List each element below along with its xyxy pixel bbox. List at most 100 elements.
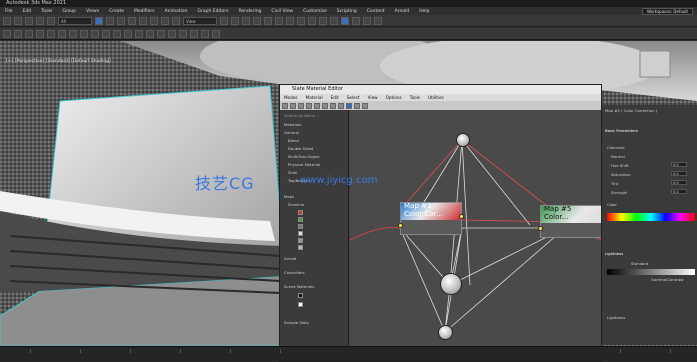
section-basic-parameters[interactable]: Basic Parameters xyxy=(605,128,638,133)
hide-unused-icon[interactable] xyxy=(314,102,320,109)
window-crossing-icon[interactable] xyxy=(128,16,136,25)
material-editor-icon[interactable] xyxy=(341,16,349,25)
menu-edit[interactable]: Edit xyxy=(23,9,32,14)
curve-editor-icon[interactable] xyxy=(319,16,327,25)
browser-group-scene-materials[interactable]: Scene Materials xyxy=(284,284,314,289)
ribbon-tool-icon[interactable] xyxy=(179,29,187,38)
menu-graph-editors[interactable]: Graph Editors xyxy=(198,9,229,14)
ribbon-tool-icon[interactable] xyxy=(190,29,198,38)
placement-icon[interactable] xyxy=(172,16,180,25)
pick-material-icon[interactable] xyxy=(282,102,288,109)
menu-animation[interactable]: Animation xyxy=(165,9,188,14)
hue-shift-field[interactable]: 0.0 xyxy=(671,162,687,167)
browser-group-sample-slots[interactable]: Sample Slots xyxy=(284,320,309,325)
editor-menu-utilities[interactable]: Utilities xyxy=(428,95,444,100)
browser-item-multi-sub[interactable]: Multi/Sub-Object xyxy=(288,154,320,159)
menu-rendering[interactable]: Rendering xyxy=(238,9,261,14)
ribbon-tool-icon[interactable] xyxy=(91,29,99,38)
browser-group-general[interactable]: General xyxy=(284,130,299,135)
editor-menu-edit[interactable]: Edit xyxy=(331,95,339,100)
editor-menu-options[interactable]: Options xyxy=(386,95,402,100)
ribbon-tool-icon[interactable] xyxy=(69,29,77,38)
ribbon-tool-icon[interactable] xyxy=(80,29,88,38)
ribbon-tool-icon[interactable] xyxy=(36,29,44,38)
ribbon-tool-icon[interactable] xyxy=(168,29,176,38)
browser-group-maps[interactable]: Maps xyxy=(284,194,294,199)
bind-space-warp-icon[interactable] xyxy=(47,16,55,25)
editor-menu-view[interactable]: View xyxy=(368,95,378,100)
named-selection-icon[interactable] xyxy=(275,16,283,25)
ribbon-tool-icon[interactable] xyxy=(113,29,121,38)
workspace-selector[interactable]: Workspaces: Default xyxy=(641,7,693,15)
show-bg-icon[interactable] xyxy=(330,102,336,109)
delete-icon[interactable] xyxy=(298,102,304,109)
redo-icon[interactable] xyxy=(14,16,22,25)
middle-node[interactable] xyxy=(440,273,462,295)
material-params-icon[interactable] xyxy=(354,102,360,109)
ribbon-tool-icon[interactable] xyxy=(58,29,66,38)
menu-file[interactable]: File xyxy=(5,9,13,14)
lightness-mode-standard[interactable]: Standard xyxy=(631,261,648,266)
menu-group[interactable]: Group xyxy=(62,9,76,14)
browser-group-controllers[interactable]: Controllers xyxy=(284,270,305,275)
ribbon-tool-icon[interactable] xyxy=(124,29,132,38)
select-object-icon[interactable] xyxy=(95,16,103,25)
ribbon-tool-icon[interactable] xyxy=(47,29,55,38)
select-by-name-icon[interactable] xyxy=(106,16,114,25)
ribbon-tool-icon[interactable] xyxy=(102,29,110,38)
snap-toggle-icon[interactable] xyxy=(231,16,239,25)
scale-icon[interactable] xyxy=(161,16,169,25)
menu-scripting[interactable]: Scripting xyxy=(337,9,357,14)
layout-all-icon[interactable] xyxy=(338,102,344,109)
ribbon-tool-icon[interactable] xyxy=(14,29,22,38)
node-tracker-icon[interactable] xyxy=(362,102,368,109)
move-icon[interactable] xyxy=(139,16,147,25)
browser-group-arnold[interactable]: Arnold xyxy=(284,256,296,261)
ribbon-tool-icon[interactable] xyxy=(157,29,165,38)
align-icon[interactable] xyxy=(297,16,305,25)
ribbon-tool-icon[interactable] xyxy=(3,29,11,38)
section-lightness[interactable]: Lightness xyxy=(605,251,623,256)
browser-item-double-sided[interactable]: Double Sided xyxy=(288,146,313,151)
render-production-icon[interactable] xyxy=(374,16,382,25)
reference-coord-dropdown[interactable]: View xyxy=(183,16,217,25)
show-map-icon[interactable] xyxy=(322,102,328,109)
browser-group-materials[interactable]: Materials xyxy=(284,122,301,127)
timeline-bar[interactable] xyxy=(0,346,697,361)
menu-civil-view[interactable]: Civil View xyxy=(271,9,293,14)
editor-menu-material[interactable]: Material xyxy=(306,95,323,100)
menu-customize[interactable]: Customize xyxy=(303,9,327,14)
menu-content[interactable]: Content xyxy=(367,9,385,14)
saturation-field[interactable]: 0.0 xyxy=(671,171,687,176)
node-view[interactable]: Map #3 Color Cor... Map #5 Color... xyxy=(350,110,601,361)
browser-item-physical[interactable]: Physical Material xyxy=(288,162,320,167)
rect-selection-icon[interactable] xyxy=(117,16,125,25)
schematic-view-icon[interactable] xyxy=(330,16,338,25)
angle-snap-icon[interactable] xyxy=(242,16,250,25)
browser-group-scanline[interactable]: Scanline xyxy=(288,202,304,207)
ribbon-tool-icon[interactable] xyxy=(201,29,209,38)
pivot-center-icon[interactable] xyxy=(220,16,228,25)
menu-tools[interactable]: Tools xyxy=(41,9,52,14)
node-map-5-color-correction[interactable]: Map #5 Color... xyxy=(538,205,601,238)
bottom-node[interactable] xyxy=(438,325,453,340)
undo-icon[interactable] xyxy=(3,16,11,25)
assign-material-icon[interactable] xyxy=(290,102,296,109)
top-node[interactable] xyxy=(456,133,470,147)
percent-snap-icon[interactable] xyxy=(253,16,261,25)
menu-help[interactable]: Help xyxy=(419,9,429,14)
node-map-3-color-correction[interactable]: Map #3 Color Cor... xyxy=(398,202,464,235)
menu-arnold[interactable]: Arnold xyxy=(395,9,410,14)
ribbon-tool-icon[interactable] xyxy=(135,29,143,38)
lightness-gradient-bar[interactable] xyxy=(607,269,695,275)
editor-title-bar[interactable]: Slate Material Editor xyxy=(280,85,601,94)
browser-search-input[interactable]: Search by Name ... xyxy=(284,113,320,118)
layout-children-icon[interactable] xyxy=(346,102,352,109)
selection-filter-dropdown[interactable]: All xyxy=(58,16,92,25)
rendered-frame-icon[interactable] xyxy=(363,16,371,25)
viewport-label[interactable]: [+] [Perspective] [Standard] [Default Sh… xyxy=(6,59,111,64)
output-port-icon[interactable] xyxy=(459,214,464,219)
browser-item-blend[interactable]: Blend xyxy=(288,138,299,143)
tint-field[interactable]: 0.0 xyxy=(671,180,687,185)
ribbon-tool-icon[interactable] xyxy=(25,29,33,38)
